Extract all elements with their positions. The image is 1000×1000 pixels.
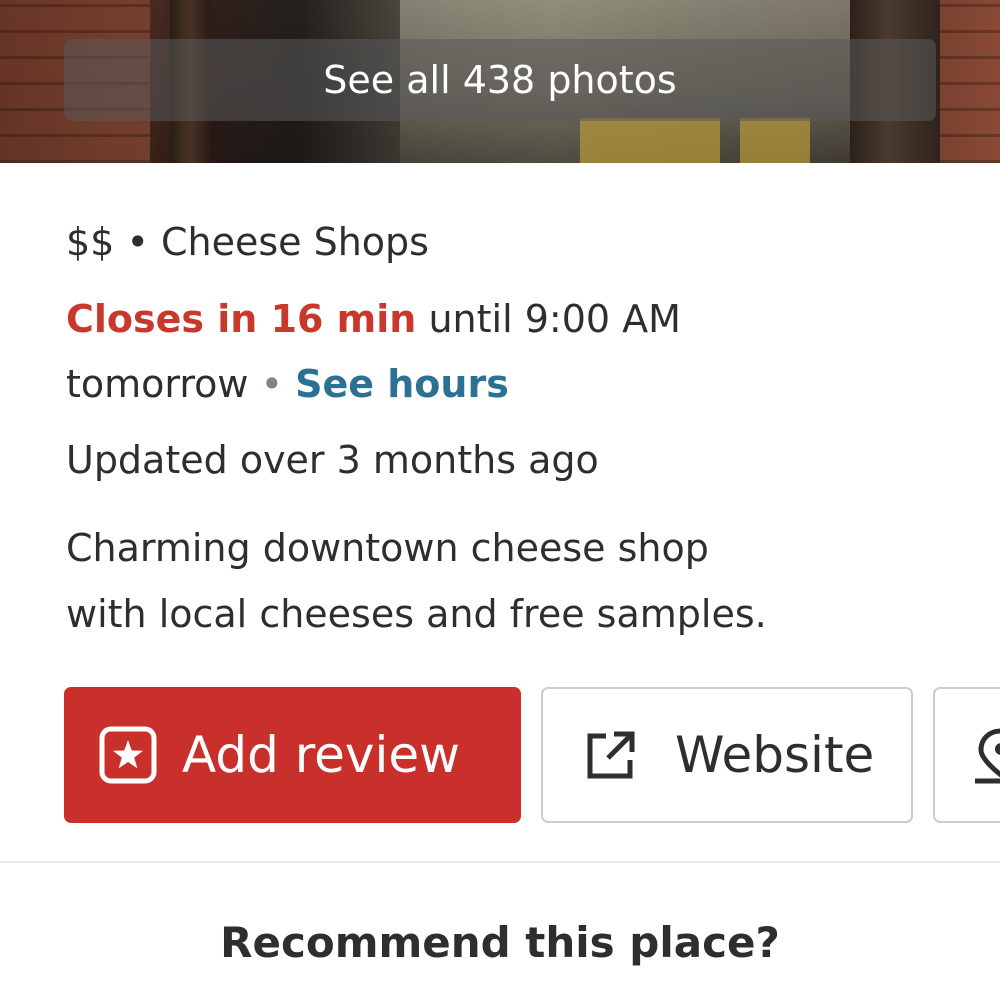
photo-crate — [580, 118, 650, 163]
separator-dot: • — [126, 220, 149, 264]
external-link-icon — [581, 725, 641, 785]
directions-button[interactable] — [933, 687, 1000, 823]
price-level: $$ — [66, 220, 115, 264]
business-page: See all 438 photos $$ • Cheese Shops Clo… — [0, 0, 1000, 1000]
category-link[interactable]: Cheese Shops — [161, 220, 429, 264]
star-square-icon — [98, 725, 158, 785]
see-all-photos-button[interactable]: See all 438 photos — [64, 39, 936, 121]
closing-status: Closes in 16 min — [66, 297, 417, 341]
photo-crate — [740, 118, 810, 163]
hours-line-continued: tomorrow • See hours — [66, 362, 509, 406]
tomorrow-text: tomorrow — [66, 362, 249, 406]
add-review-label: Add review — [182, 726, 461, 784]
photo-brick-wall-right — [940, 0, 1000, 163]
updated-text: Updated over 3 months ago — [66, 438, 599, 482]
website-button[interactable]: Website — [541, 687, 913, 823]
add-review-button[interactable]: Add review — [64, 687, 521, 823]
photo-crate — [650, 118, 720, 163]
see-all-photos-label: See all 438 photos — [323, 58, 677, 102]
photo-header[interactable]: See all 438 photos — [0, 0, 1000, 163]
hours-line: Closes in 16 min until 9:00 AM — [66, 297, 681, 341]
until-time: until 9:00 AM — [428, 297, 681, 341]
website-label: Website — [675, 726, 875, 784]
section-divider — [0, 861, 1000, 863]
description-line: Charming downtown cheese shop — [66, 526, 709, 570]
see-hours-link[interactable]: See hours — [295, 362, 509, 406]
price-category-line: $$ • Cheese Shops — [66, 220, 429, 264]
separator-dot: • — [260, 362, 284, 406]
description-line: with local cheeses and free samples. — [66, 592, 767, 636]
recommend-prompt: Recommend this place? — [220, 918, 780, 967]
map-pin-icon — [971, 725, 1000, 785]
